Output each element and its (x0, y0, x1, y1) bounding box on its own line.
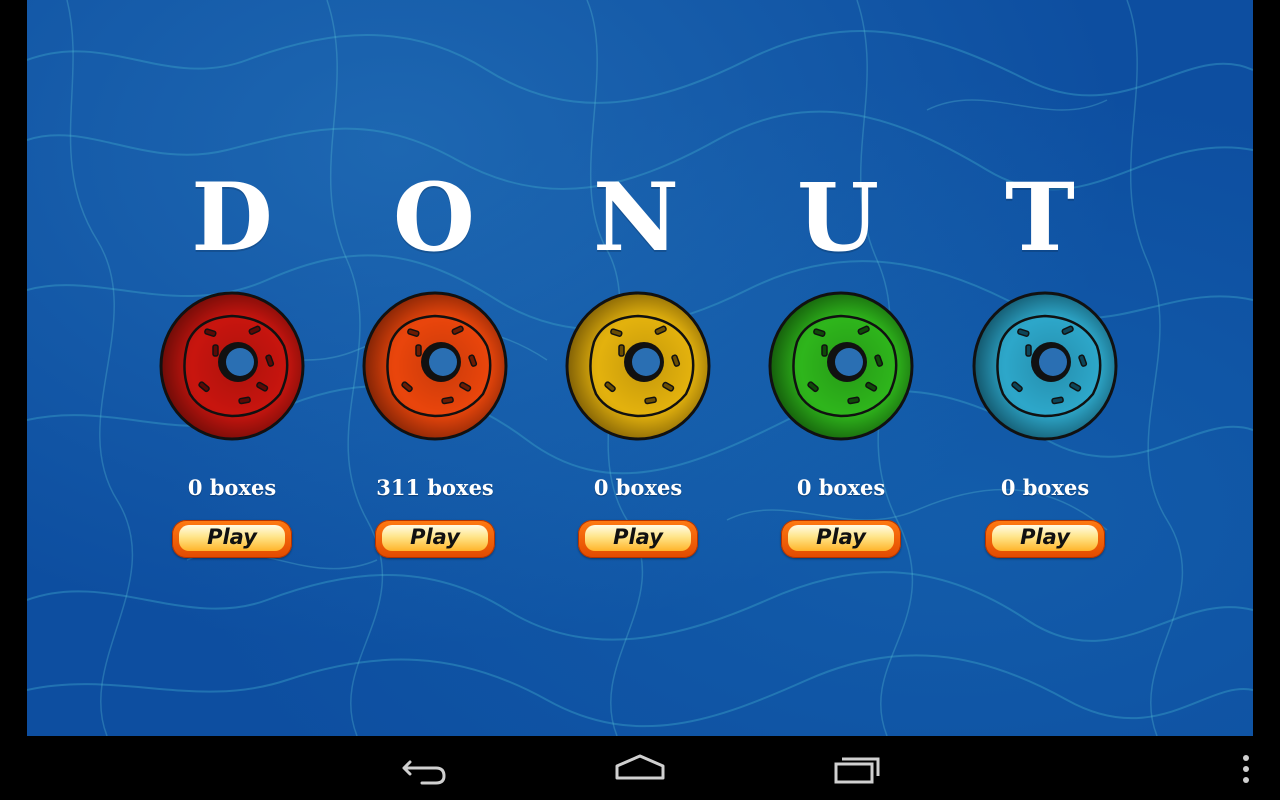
title-letter-d: D (191, 163, 273, 273)
overflow-menu-icon (1243, 755, 1249, 783)
play-button-label: Play (816, 525, 866, 549)
title-letter-n: N (593, 163, 679, 273)
title-letter-o: O (393, 163, 475, 273)
donut-green-icon[interactable] (767, 290, 915, 442)
overflow-menu-button[interactable] (1226, 750, 1266, 786)
recent-apps-button[interactable] (825, 750, 889, 786)
play-button-blue[interactable]: Play (985, 520, 1105, 558)
level-column-green: 0 boxes Play (751, 290, 931, 570)
screen: D O N U T 0 boxes Play 311 boxes Play 0 … (0, 0, 1280, 800)
play-button-green[interactable]: Play (781, 520, 901, 558)
game-area: D O N U T 0 boxes Play 311 boxes Play 0 … (27, 0, 1253, 736)
box-count-blue: 0 boxes (1000, 475, 1090, 500)
play-button-label: Play (1020, 525, 1070, 549)
play-button-label: Play (613, 525, 663, 549)
recent-apps-icon (834, 757, 880, 784)
play-button-yellow[interactable]: Play (578, 520, 698, 558)
donut-yellow-icon[interactable] (564, 290, 712, 442)
back-button[interactable] (392, 750, 456, 786)
box-count-yellow: 0 boxes (593, 475, 683, 500)
system-nav-bar (0, 736, 1280, 800)
home-icon (615, 754, 665, 780)
level-column-orange: 311 boxes Play (345, 290, 525, 570)
level-column-blue: 0 boxes Play (955, 290, 1135, 570)
play-button-label: Play (410, 525, 460, 549)
box-count-red: 0 boxes (187, 475, 277, 500)
donut-blue-icon[interactable] (971, 290, 1119, 442)
back-icon (402, 760, 446, 785)
play-button-red[interactable]: Play (172, 520, 292, 558)
home-button[interactable] (608, 750, 672, 786)
play-button-label: Play (207, 525, 257, 549)
title-letter-u: U (797, 163, 879, 273)
donut-orange-icon[interactable] (361, 290, 509, 442)
title-letter-t: T (1005, 163, 1075, 273)
box-count-orange: 311 boxes (376, 475, 494, 500)
game-title: D O N U T (27, 168, 1253, 268)
box-count-green: 0 boxes (796, 475, 886, 500)
play-button-orange[interactable]: Play (375, 520, 495, 558)
donut-red-icon[interactable] (158, 290, 306, 442)
level-column-red: 0 boxes Play (142, 290, 322, 570)
level-column-yellow: 0 boxes Play (548, 290, 728, 570)
